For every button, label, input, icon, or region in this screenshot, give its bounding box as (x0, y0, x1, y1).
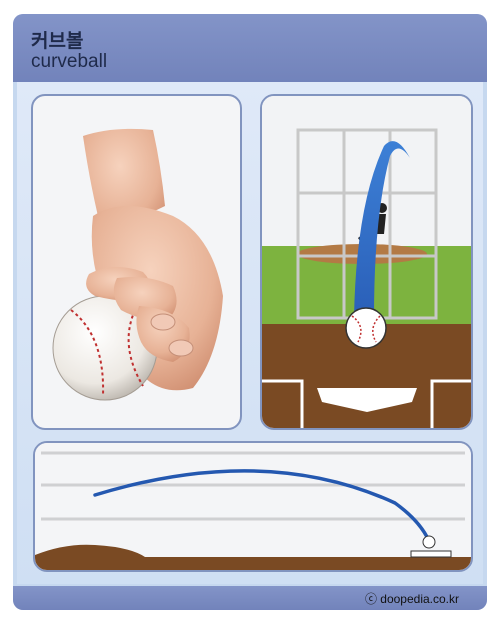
credit-text: ⓒ doopedia.co.kr (364, 592, 459, 606)
catcher-view-illustration (262, 96, 471, 428)
footer-bar: ⓒ doopedia.co.kr (13, 586, 487, 610)
home-plate-side (410, 550, 452, 558)
side-view-illustration (35, 443, 471, 570)
catcher-view-panel (260, 94, 473, 430)
side-view-panel (33, 441, 473, 572)
grip-panel (31, 94, 242, 430)
title-english: curveball (31, 51, 108, 72)
curveball-card: 커브볼 curveball ⓒ doopedia.co.kr (13, 14, 487, 610)
header-bar: 커브볼 curveball (13, 14, 487, 82)
title-korean: 커브볼 (31, 31, 84, 52)
baseball-icon (345, 307, 387, 349)
hand-grip-illustration (52, 128, 223, 401)
baseball-icon (422, 535, 436, 549)
